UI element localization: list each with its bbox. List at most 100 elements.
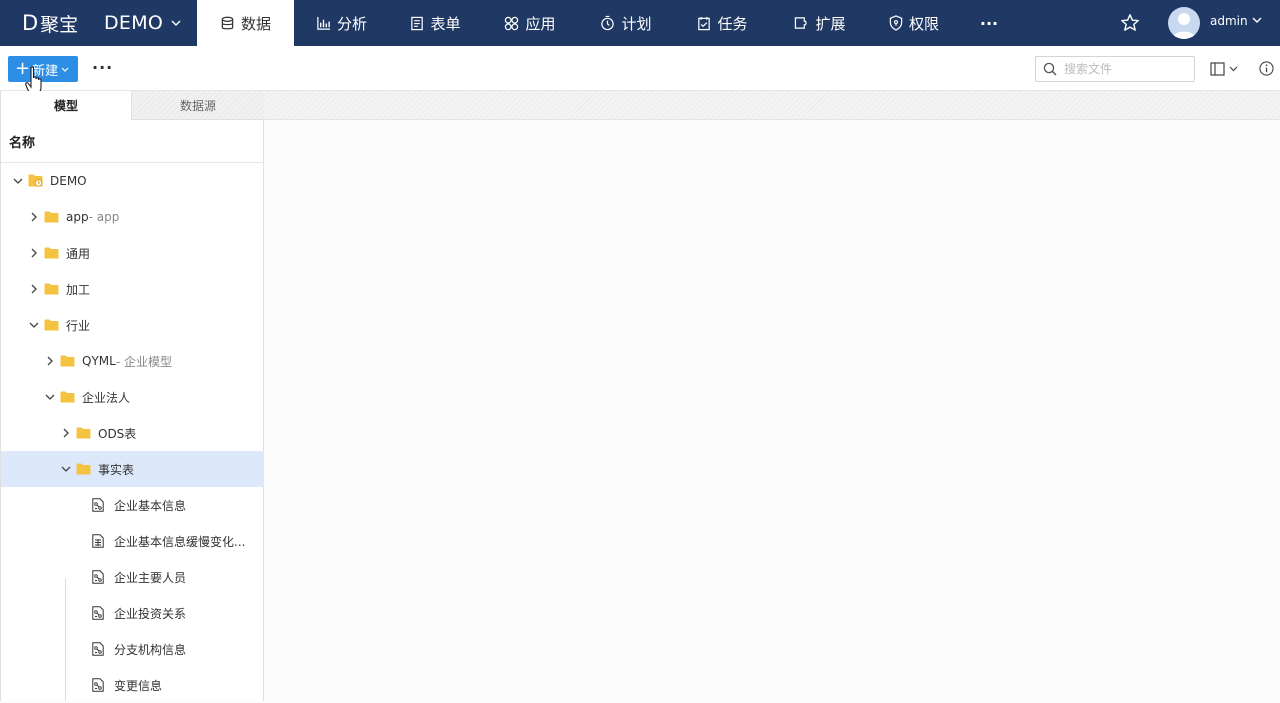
tree-item-folder[interactable]: DEMO <box>1 163 264 199</box>
chevron-right-icon[interactable] <box>62 428 70 438</box>
tree-item-file[interactable]: 分支机构信息 <box>1 631 264 667</box>
user-name[interactable]: admin <box>1210 14 1248 28</box>
main-nav-tabs: 数据 分析 表单 应用 计划 任务 扩展 权限 ··· <box>197 0 1019 46</box>
chevron-down-icon[interactable] <box>45 393 55 401</box>
tree-item-folder[interactable]: 加工 <box>1 271 264 307</box>
tree-item-label: 行业 <box>66 318 91 333</box>
tree-item-folder[interactable]: ODS表 <box>1 415 264 451</box>
project-folder-icon <box>28 174 43 187</box>
extension-icon <box>795 17 808 29</box>
logo-text: 聚宝 <box>40 13 79 36</box>
more-actions-button[interactable]: ··· <box>92 58 113 77</box>
tree-item-folder[interactable]: 行业 <box>1 307 264 343</box>
model-file-icon <box>92 606 104 620</box>
model-tree-panel: 模型 数据源 名称 DEMO app - app 通用加工行业 QYML - 企业模型… <box>0 91 264 701</box>
avatar[interactable] <box>1168 7 1200 39</box>
tree-item-file[interactable]: 企业基本信息缓慢变化... <box>1 523 264 559</box>
expand-toggle[interactable] <box>26 245 42 261</box>
sidebar-layout-icon <box>1210 62 1238 76</box>
chevron-down-icon[interactable] <box>29 321 39 329</box>
tree-item-label: 企业主要人员 <box>114 570 187 585</box>
model-file-icon <box>92 498 104 512</box>
plus-icon: + <box>15 58 31 79</box>
search-box <box>1035 56 1195 82</box>
tree-item-icon <box>44 210 60 224</box>
chevron-right-icon[interactable] <box>30 212 38 222</box>
table-file-icon <box>92 534 104 548</box>
favorites-star-icon[interactable] <box>1120 13 1140 33</box>
info-button[interactable] <box>1259 61 1274 80</box>
chevron-right-icon[interactable] <box>30 284 38 294</box>
nav-tab-label: 权限 <box>908 14 939 33</box>
nav-tab-label: 数据 <box>240 14 271 33</box>
expand-toggle[interactable] <box>58 425 74 441</box>
tree-item-label: QYML <box>82 354 116 368</box>
tree-item-file[interactable]: 企业基本信息 <box>1 487 264 523</box>
database-icon <box>221 16 234 29</box>
chevron-down-icon[interactable] <box>61 465 71 473</box>
folder-icon <box>44 211 59 223</box>
tree-item-label: 企业投资关系 <box>114 606 187 621</box>
expand-toggle[interactable] <box>42 353 58 369</box>
model-file-icon <box>92 570 104 584</box>
shield-icon <box>889 15 903 31</box>
tree-item-folder[interactable]: app - app <box>1 199 264 235</box>
tree-item-file[interactable]: 企业投资关系 <box>1 595 264 631</box>
nav-tab-extensions[interactable]: 扩展 <box>771 0 869 46</box>
tree-item-icon <box>76 426 92 440</box>
expand-toggle[interactable] <box>42 389 58 405</box>
tree-item-label: 企业基本信息缓慢变化... <box>114 534 246 549</box>
tree-item-alias: - 企业模型 <box>115 354 172 369</box>
tab-models[interactable]: 模型 <box>1 91 131 120</box>
expand-toggle[interactable] <box>58 461 74 477</box>
tree-item-icon <box>44 318 60 332</box>
form-icon <box>411 16 424 30</box>
tree-item-label: 通用 <box>66 246 91 261</box>
project-switcher[interactable]: DEMO <box>104 0 181 46</box>
tree-item-file[interactable]: 变更信息 <box>1 667 264 703</box>
search-input[interactable] <box>1064 60 1189 78</box>
expand-toggle <box>74 497 90 513</box>
expand-toggle[interactable] <box>26 209 42 225</box>
tree-item-folder[interactable]: 企业法人 <box>1 379 264 415</box>
tree-item-label: DEMO <box>50 174 87 188</box>
nav-tab-permissions[interactable]: 权限 <box>869 0 959 46</box>
nav-tab-data[interactable]: 数据 <box>197 0 294 46</box>
tree-item-icon <box>92 606 108 620</box>
expand-toggle[interactable] <box>26 317 42 333</box>
folder-icon <box>76 427 91 439</box>
expand-toggle[interactable] <box>26 281 42 297</box>
new-button[interactable]: + 新建 <box>8 56 78 82</box>
name-column-header: 名称 <box>1 120 264 163</box>
app-logo[interactable]: D 聚宝 <box>22 0 78 46</box>
nav-tab-analysis[interactable]: 分析 <box>294 0 389 46</box>
nav-more-button[interactable]: ··· <box>959 0 1019 46</box>
tree-item-icon <box>60 354 76 368</box>
expand-toggle[interactable] <box>10 173 26 189</box>
logo-letter: D <box>22 11 39 35</box>
chevron-down-icon[interactable] <box>13 177 23 185</box>
nav-tab-apps[interactable]: 应用 <box>482 0 578 46</box>
chevron-right-icon[interactable] <box>46 356 54 366</box>
chevron-down-icon[interactable] <box>1252 17 1262 23</box>
tab-datasources[interactable]: 数据源 <box>131 91 264 120</box>
expand-toggle <box>74 605 90 621</box>
tree-item-folder[interactable]: 事实表 <box>1 451 264 487</box>
tree-item-label: ODS表 <box>98 426 137 441</box>
nav-tab-label: 扩展 <box>815 14 846 33</box>
folder-icon <box>60 355 75 367</box>
tree-item-file[interactable]: 企业主要人员 <box>1 559 264 595</box>
nav-tab-form[interactable]: 表单 <box>389 0 482 46</box>
nav-tab-schedule[interactable]: 计划 <box>578 0 674 46</box>
layout-toggle-button[interactable] <box>1210 61 1240 80</box>
tree-item-folder[interactable]: 通用 <box>1 235 264 271</box>
folder-icon <box>60 391 75 403</box>
expand-toggle <box>74 569 90 585</box>
nav-tab-label: 分析 <box>336 14 367 33</box>
chevron-right-icon[interactable] <box>30 248 38 258</box>
panel-tabs: 模型 数据源 <box>1 91 264 120</box>
tree-item-icon <box>28 174 44 188</box>
tree-item-icon <box>92 498 108 512</box>
nav-tab-tasks[interactable]: 任务 <box>674 0 771 46</box>
tree-item-folder[interactable]: QYML - 企业模型 <box>1 343 264 379</box>
